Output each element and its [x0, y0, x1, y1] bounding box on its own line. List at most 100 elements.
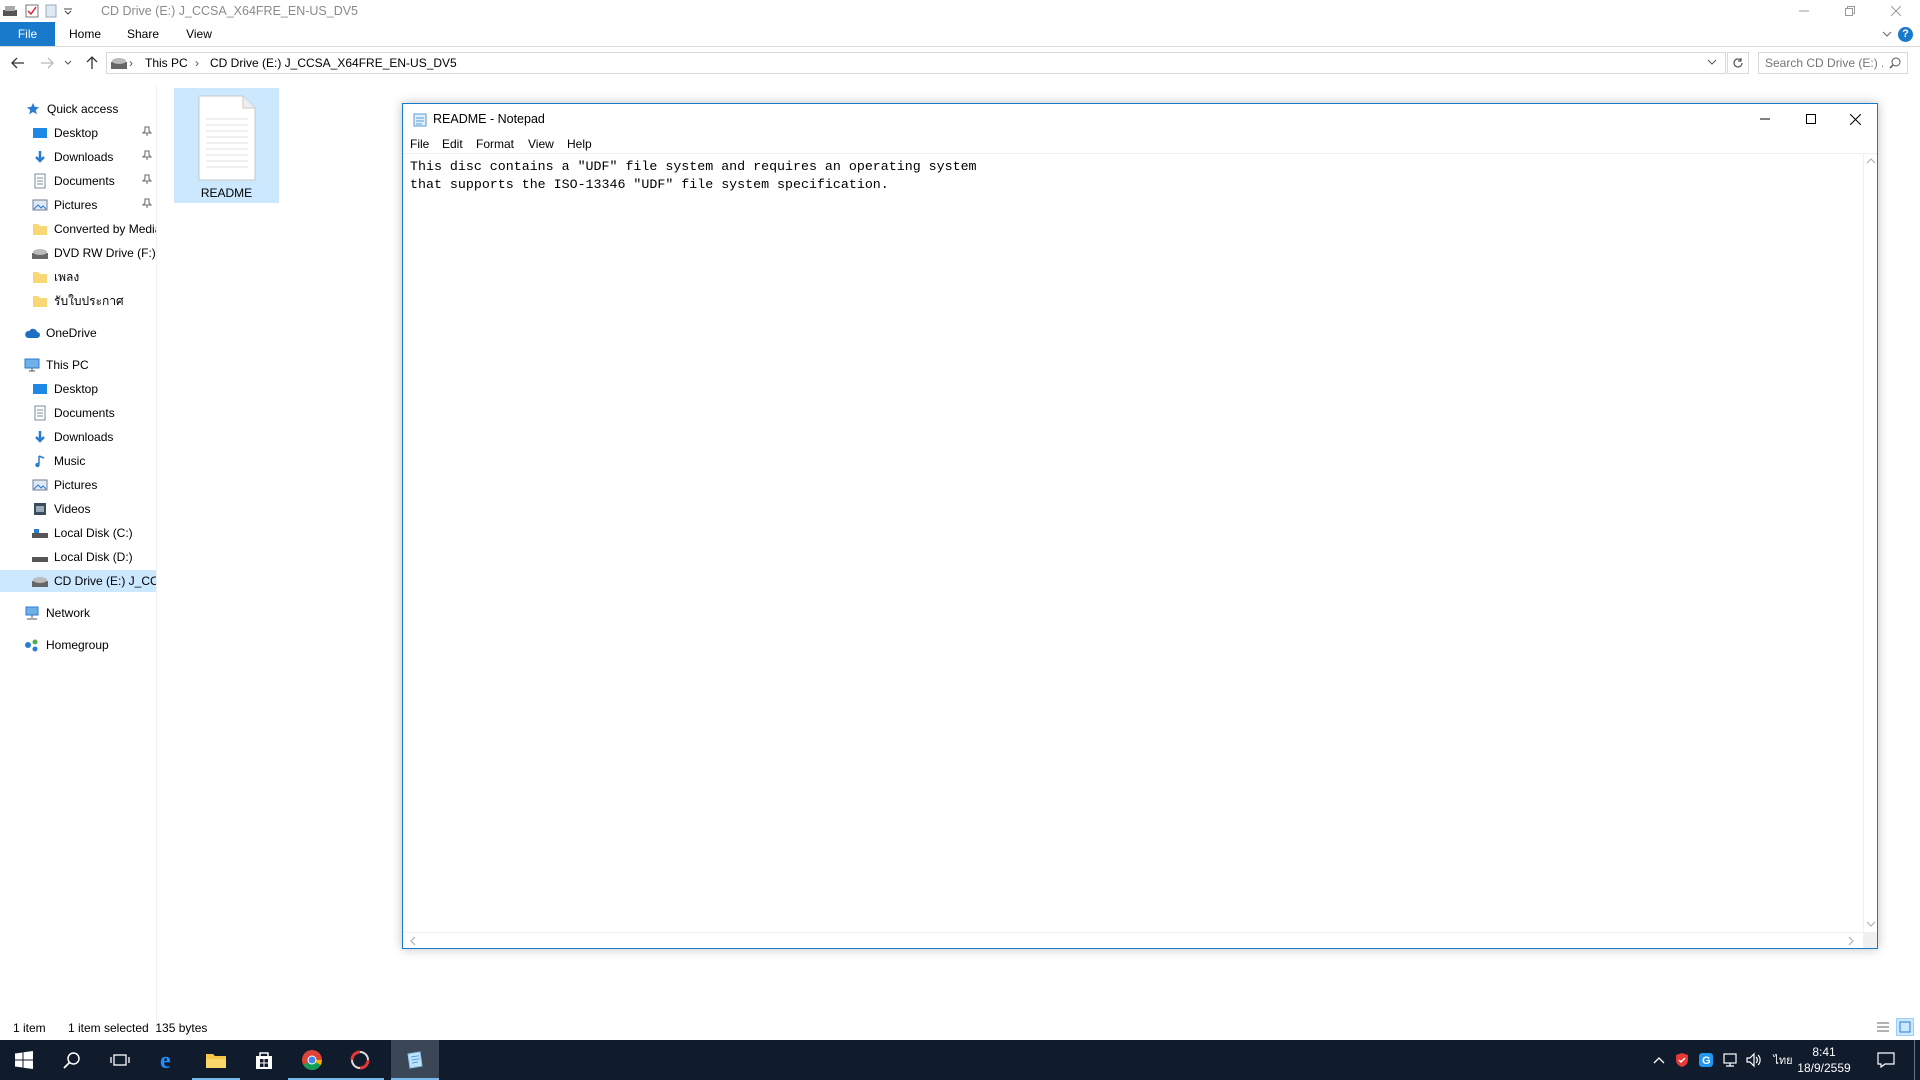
- notepad-minimize-button[interactable]: [1742, 104, 1788, 134]
- nav-qa-folder-certificate[interactable]: รับใบประกาศ: [0, 290, 156, 312]
- search-icon[interactable]: [1889, 57, 1901, 69]
- explorer-minimize-button[interactable]: [1781, 0, 1827, 22]
- pin-icon[interactable]: [142, 174, 152, 184]
- search-button[interactable]: [48, 1040, 96, 1080]
- menu-edit[interactable]: Edit: [442, 137, 463, 151]
- explorer-close-button[interactable]: [1873, 0, 1919, 22]
- taskbar-edge[interactable]: e: [144, 1040, 192, 1080]
- drive-icon[interactable]: [2, 3, 18, 19]
- nav-qa-downloads[interactable]: Downloads: [0, 146, 156, 168]
- nav-qa-documents[interactable]: Documents: [0, 170, 156, 192]
- scroll-left-icon[interactable]: [409, 936, 417, 946]
- tab-share[interactable]: Share: [120, 22, 166, 46]
- taskbar-file-explorer[interactable]: [192, 1040, 240, 1080]
- details-view-icon[interactable]: [1875, 1020, 1891, 1034]
- vertical-scrollbar[interactable]: [1863, 154, 1877, 932]
- scroll-down-icon[interactable]: [1866, 920, 1876, 928]
- show-desktop-button[interactable]: [1914, 1040, 1915, 1080]
- nav-network[interactable]: Network: [0, 602, 156, 624]
- tray-clock[interactable]: 8:41 18/9/2559: [1790, 1044, 1858, 1076]
- svg-text:e: e: [160, 1049, 171, 1071]
- tab-view[interactable]: View: [178, 22, 220, 46]
- up-arrow-icon[interactable]: [82, 53, 102, 73]
- menu-help[interactable]: Help: [567, 137, 592, 151]
- refresh-icon: [1733, 58, 1743, 68]
- tray-app-g[interactable]: G: [1694, 1040, 1718, 1080]
- menu-format[interactable]: Format: [476, 137, 514, 151]
- tab-home[interactable]: Home: [62, 22, 108, 46]
- help-icon[interactable]: ?: [1898, 27, 1913, 42]
- breadcrumb-cd-drive[interactable]: CD Drive (E:) J_CCSA_X64FRE_EN-US_DV5: [210, 56, 457, 70]
- documents-icon: [32, 173, 48, 189]
- menu-file[interactable]: File: [410, 137, 429, 151]
- videos-icon: [32, 501, 48, 517]
- tray-network[interactable]: [1718, 1040, 1742, 1080]
- nav-pc-downloads[interactable]: Downloads: [0, 426, 156, 448]
- chrome-icon: [302, 1050, 322, 1071]
- nav-onedrive[interactable]: OneDrive: [0, 322, 156, 344]
- taskbar-app-red[interactable]: [336, 1040, 384, 1080]
- tab-file[interactable]: File: [0, 22, 55, 46]
- new-folder-icon[interactable]: [43, 3, 59, 19]
- text-file-icon: [198, 95, 256, 181]
- back-arrow-icon[interactable]: [8, 53, 28, 73]
- notepad-close-button[interactable]: [1834, 104, 1877, 134]
- pin-icon[interactable]: [142, 126, 152, 136]
- clock-date: 18/9/2559: [1797, 1061, 1851, 1075]
- task-view-button[interactable]: [96, 1040, 144, 1080]
- nav-pc-local-disk-d[interactable]: Local Disk (D:): [0, 546, 156, 568]
- nav-pc-pictures[interactable]: Pictures: [0, 474, 156, 496]
- pin-icon[interactable]: [142, 198, 152, 208]
- edge-icon: e: [160, 1049, 171, 1071]
- notepad-titlebar[interactable]: README - Notepad: [403, 104, 1877, 134]
- nav-pc-desktop[interactable]: Desktop: [0, 378, 156, 400]
- address-bar[interactable]: › This PC › CD Drive (E:) J_CCSA_X64FRE_…: [106, 52, 1726, 74]
- nav-qa-desktop[interactable]: Desktop: [0, 122, 156, 144]
- taskbar-notepad[interactable]: [391, 1040, 439, 1080]
- action-center-button[interactable]: [1866, 1040, 1906, 1080]
- nav-homegroup[interactable]: Homegroup: [0, 634, 156, 656]
- breadcrumb-this-pc[interactable]: This PC: [145, 56, 188, 70]
- nav-this-pc[interactable]: This PC: [0, 354, 156, 376]
- resize-grip-icon[interactable]: [1863, 932, 1877, 948]
- nav-pc-local-disk-c[interactable]: Local Disk (C:): [0, 522, 156, 544]
- expand-ribbon-icon[interactable]: [1880, 27, 1894, 41]
- customize-qat-icon[interactable]: [60, 3, 76, 19]
- nav-pc-documents[interactable]: Documents: [0, 402, 156, 424]
- tray-volume[interactable]: [1742, 1040, 1766, 1080]
- nav-pc-cd-drive[interactable]: CD Drive (E:) J_CCSA_X64FRE_EN-US_DV5: [0, 570, 156, 592]
- pin-icon[interactable]: [142, 150, 152, 160]
- local-disk-icon: [32, 525, 48, 541]
- ribbon: File Home Share View ?: [0, 22, 1920, 47]
- tray-antivirus[interactable]: [1670, 1040, 1694, 1080]
- scroll-right-icon[interactable]: [1847, 936, 1855, 946]
- nav-pc-videos[interactable]: Videos: [0, 498, 156, 520]
- pictures-icon: [32, 477, 48, 493]
- nav-qa-dvd-drive[interactable]: DVD RW Drive (F:): [0, 242, 156, 264]
- start-button[interactable]: [0, 1040, 48, 1080]
- nav-qa-pictures[interactable]: Pictures: [0, 194, 156, 216]
- explorer-restore-button[interactable]: [1827, 0, 1873, 22]
- nav-qa-converted[interactable]: Converted by MediaHuman: [0, 218, 156, 240]
- nav-pc-music[interactable]: Music: [0, 450, 156, 472]
- address-dropdown-icon[interactable]: [1707, 58, 1717, 66]
- file-item-readme[interactable]: README: [174, 88, 279, 203]
- folder-icon: [32, 269, 48, 285]
- large-icons-view-icon[interactable]: [1896, 1018, 1914, 1036]
- refresh-button[interactable]: [1727, 52, 1749, 74]
- taskbar-store[interactable]: [240, 1040, 288, 1080]
- horizontal-scrollbar[interactable]: [403, 932, 1863, 948]
- search-input[interactable]: [1765, 55, 1883, 71]
- notepad-maximize-button[interactable]: [1788, 104, 1834, 134]
- menu-view[interactable]: View: [528, 137, 554, 151]
- nav-qa-folder-music-thai[interactable]: เพลง: [0, 266, 156, 288]
- recent-locations-icon[interactable]: [62, 53, 74, 73]
- taskbar-chrome[interactable]: [288, 1040, 336, 1080]
- nav-quick-access[interactable]: Quick access: [0, 98, 156, 120]
- notepad-text-area[interactable]: This disc contains a "UDF" file system a…: [403, 154, 1863, 932]
- scroll-up-icon[interactable]: [1866, 157, 1876, 165]
- notepad-app-icon[interactable]: [412, 112, 428, 128]
- show-hidden-icons-button[interactable]: [1650, 1040, 1668, 1080]
- properties-icon[interactable]: [24, 3, 40, 19]
- forward-arrow-icon[interactable]: [37, 53, 57, 73]
